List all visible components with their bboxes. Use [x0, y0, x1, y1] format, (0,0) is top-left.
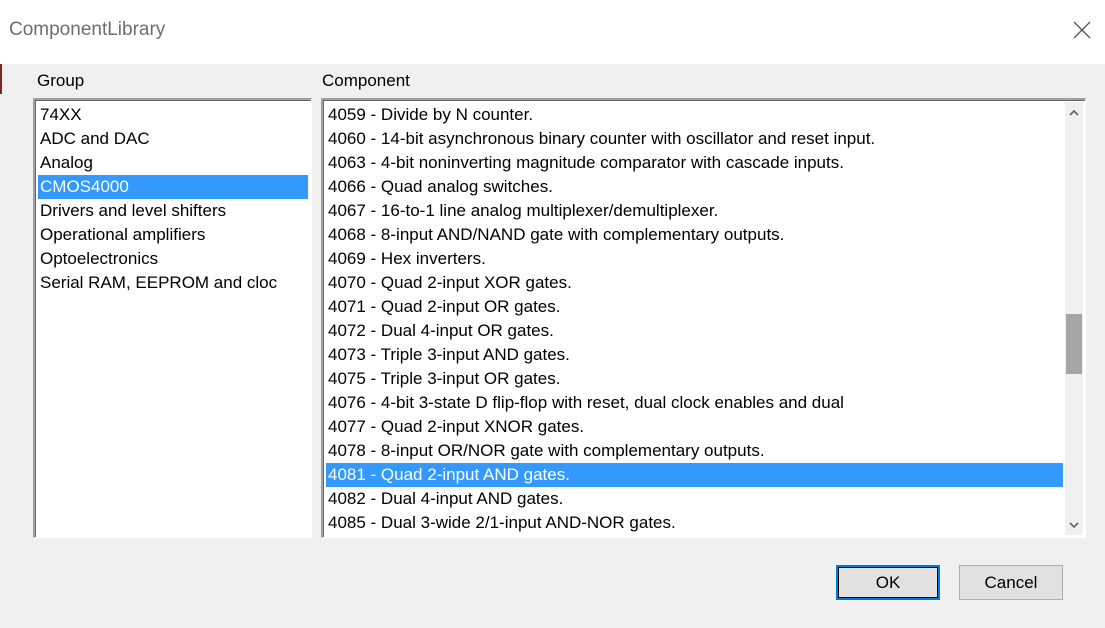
- component-list-item[interactable]: 4075 - Triple 3-input OR gates.: [326, 367, 1063, 391]
- ok-button[interactable]: OK: [836, 565, 940, 600]
- component-list-item[interactable]: 4068 - 8-input AND/NAND gate with comple…: [326, 223, 1063, 247]
- scroll-down-button[interactable]: [1065, 515, 1083, 535]
- component-list-item[interactable]: 4081 - Quad 2-input AND gates.: [326, 463, 1063, 487]
- component-list-item[interactable]: 4066 - Quad analog switches.: [326, 175, 1063, 199]
- component-label: Component: [322, 71, 410, 90]
- window-title: ComponentLibrary: [9, 19, 166, 40]
- close-icon: [1073, 21, 1091, 39]
- group-list: 74XX ADC and DAC Analog CMOS4000 Drivers and…: [38, 103, 308, 295]
- component-list-item[interactable]: 4085 - Dual 3-wide 2/1-input AND-NOR gat…: [326, 511, 1063, 535]
- cancel-button[interactable]: Cancel: [959, 565, 1063, 600]
- group-listbox[interactable]: 74XX ADC and DAC Analog CMOS4000 Drivers and…: [33, 98, 312, 538]
- component-list-item[interactable]: 4078 - 8-input OR/NOR gate with compleme…: [326, 439, 1063, 463]
- group-list-item[interactable]: Analog: [38, 151, 308, 175]
- component-list-item[interactable]: 4071 - Quad 2-input OR gates.: [326, 295, 1063, 319]
- chevron-down-icon: [1069, 516, 1079, 534]
- component-scrollbar[interactable]: [1065, 102, 1083, 535]
- component-list-item[interactable]: 4077 - Quad 2-input XNOR gates.: [326, 415, 1063, 439]
- component-list-item[interactable]: 4059 - Divide by N counter.: [326, 103, 1063, 127]
- group-list-item[interactable]: 74XX: [38, 103, 308, 127]
- component-list: 4059 - Divide by N counter. 4060 - 14-bit…: [326, 103, 1063, 535]
- component-list-item[interactable]: 4063 - 4-bit noninverting magnitude comp…: [326, 151, 1063, 175]
- component-list-item[interactable]: 4069 - Hex inverters.: [326, 247, 1063, 271]
- title-bar: ComponentLibrary: [0, 0, 1105, 64]
- window-edge-marker: [0, 64, 2, 94]
- scrollbar-thumb[interactable]: [1066, 314, 1082, 374]
- component-list-item[interactable]: 4070 - Quad 2-input XOR gates.: [326, 271, 1063, 295]
- component-listbox[interactable]: 4059 - Divide by N counter. 4060 - 14-bit…: [321, 98, 1086, 538]
- group-list-item[interactable]: Serial RAM, EEPROM and cloc: [38, 271, 308, 295]
- component-list-item[interactable]: 4072 - Dual 4-input OR gates.: [326, 319, 1063, 343]
- group-list-item[interactable]: Drivers and level shifters: [38, 199, 308, 223]
- group-label: Group: [37, 71, 85, 90]
- component-list-item[interactable]: 4060 - 14-bit asynchronous binary counte…: [326, 127, 1063, 151]
- group-list-item[interactable]: Optoelectronics: [38, 247, 308, 271]
- group-list-item[interactable]: ADC and DAC: [38, 127, 308, 151]
- scroll-up-button[interactable]: [1065, 102, 1083, 122]
- group-list-item[interactable]: CMOS4000: [38, 175, 308, 199]
- component-list-item[interactable]: 4073 - Triple 3-input AND gates.: [326, 343, 1063, 367]
- chevron-up-icon: [1069, 103, 1079, 121]
- component-list-item[interactable]: 4076 - 4-bit 3-state D flip-flop with re…: [326, 391, 1063, 415]
- group-list-item[interactable]: Operational amplifiers: [38, 223, 308, 247]
- component-list-item[interactable]: 4082 - Dual 4-input AND gates.: [326, 487, 1063, 511]
- close-button[interactable]: [1062, 10, 1102, 50]
- component-list-item[interactable]: 4067 - 16-to-1 line analog multiplexer/d…: [326, 199, 1063, 223]
